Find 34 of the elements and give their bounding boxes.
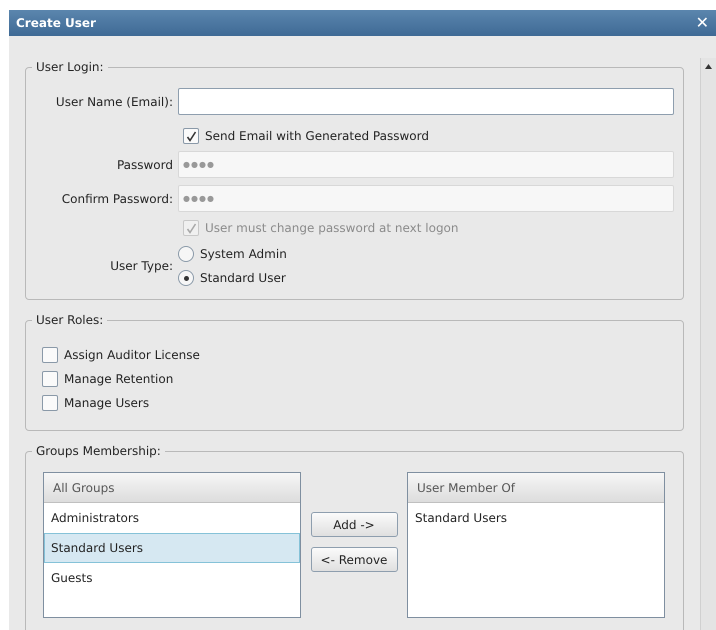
action-button[interactable]: Add -> [310,512,398,537]
list-item[interactable]: Administrators [44,503,300,533]
radio-label: Standard User [200,270,286,287]
checkbox[interactable] [42,347,58,363]
group-title: User Login: [32,59,108,75]
list-item[interactable]: Guests [44,563,300,593]
checkbox[interactable] [42,395,58,411]
scroll-up-icon[interactable] [705,64,712,69]
action-button[interactable]: <- Remove [310,547,398,572]
group-title: Groups Membership: [32,443,165,459]
close-button[interactable]: ✕ [696,15,709,31]
email-field[interactable] [178,88,674,115]
checkbox[interactable] [42,371,58,387]
checkbox[interactable] [183,128,199,144]
radio-label: System Admin [200,246,287,263]
check-icon [186,130,196,142]
field-label: Confirm Password: [60,190,174,208]
checkbox-label: Send Email with Generated Password [205,128,429,145]
checkbox-label: Manage Retention [64,371,174,388]
list-item[interactable]: Standard Users [408,503,664,533]
checkbox-label: User must change password at next logon [205,220,459,237]
field-label: User Name (Email): [54,94,174,110]
column-header[interactable]: User Member Of [408,473,664,503]
check-icon [186,222,196,234]
window-title: Create User [16,15,96,32]
checkbox-label: Assign Auditor License [64,347,200,364]
field-label: Password [116,156,174,174]
scrollbar[interactable] [700,58,716,630]
column-header[interactable]: All Groups [44,473,300,503]
radio-button[interactable] [178,270,194,286]
radio-button[interactable] [178,246,194,262]
field-label: User Type: [109,258,174,275]
checkbox-label: Manage Users [64,395,150,412]
list-item[interactable]: Standard Users [44,533,300,563]
